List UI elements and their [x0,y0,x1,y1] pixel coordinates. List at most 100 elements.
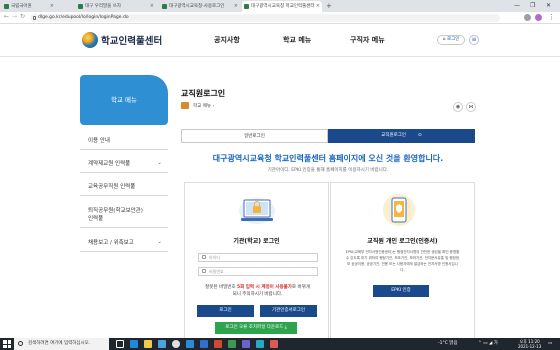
epki-description: EPKI(교육부 전자서명인증센터)는 행정전자서명의 안전한 생성을 확인·증… [345,250,460,272]
hwp-icon[interactable] [256,340,264,348]
welcome-heading: 대구광역시교육청 학교인력풀센터 홈페이지에 오신 것을 환영합니다. [212,154,444,163]
browser-tab-active[interactable]: 대구광역시교육청 학교인력풀센터 × [242,1,322,12]
chevron-down-icon: ⌄ [156,238,162,245]
sidebar-item-contract-teacher[interactable]: 계약제교원 인력풀 ⌄ [80,153,168,173]
sidebar-item-label: 인력풀 [88,215,104,222]
login-submit-button[interactable]: 로그인 [197,305,254,317]
error-fix-download-button[interactable]: 로그인 오류 조치파일 다운로드 ⤓ [215,322,297,334]
password-input[interactable]: 비밀번호 [198,267,318,276]
app-icon[interactable] [186,340,194,348]
user-icon [202,255,206,259]
profile-avatar[interactable] [535,14,542,21]
close-tab-icon[interactable]: × [316,1,320,12]
sidebar-item-label: 교육공무직원 인력풀 [88,183,136,190]
chrome-icon[interactable] [172,340,180,348]
search-placeholder: 검색하려면 여기에 입력하십시오. [28,341,91,346]
chevron-down-icon: ⌄ [156,159,162,166]
site-logo-text[interactable]: 학교인력풀센터 [101,33,162,47]
back-icon[interactable]: ← [4,13,9,20]
close-tab-icon[interactable]: × [50,1,54,12]
page-title: 교직원로그인 [181,89,226,98]
nav-notice[interactable]: 공지사항 [214,35,240,45]
breadcrumb-separator: › [212,104,215,109]
warn-text: 되니 주의하시기 바랍니다. [232,292,283,297]
window-close-button[interactable]: ✕ [546,0,551,12]
teams-icon[interactable] [242,340,250,348]
sidebar-title: 학교 메뉴 [80,75,168,125]
reload-icon[interactable]: ↻ [20,13,25,20]
sidebar-item-guide[interactable]: 이용 안내 [80,130,168,150]
forward-icon[interactable]: → [12,13,17,20]
lockout-warning: 잘못된 비밀번호 5회 입력 시 계정이 사용불가로 바뀌게 되니 주의하시기 바… [186,284,329,298]
tab-general-login[interactable]: 일반로그인 [181,129,328,143]
id-input[interactable]: 아이디 [198,253,318,262]
search-icon [18,341,23,346]
sidebar-item-label: 퇴직공무원(학교보안관) [88,207,143,214]
system-tray-icons[interactable]: ⌃ ▭ ◢ 가 [478,338,498,350]
sidebar-item-label: 채용보고 / 위촉보고 [88,239,134,246]
browser-menu-icon[interactable]: ⋮ [548,13,555,21]
close-tab-icon[interactable]: × [234,1,238,12]
warn-text: 잘못된 비밀번호 [205,285,237,290]
institution-login-title: 기관(학교) 로그인 [233,238,280,245]
notification-icon[interactable]: ▭ [548,338,552,350]
browser-tab[interactable]: 대구광역시교육청-사용로그인 × [160,1,240,12]
sidebar-item-retired[interactable]: 퇴직공무원(학교보안관) 인력풀 [80,200,168,228]
favicon-icon [78,4,83,9]
taskbar-search-input[interactable]: 검색하려면 여기에 입력하십시오. [14,338,109,350]
word-icon[interactable] [200,340,208,348]
url-text: dlge.go.kr/edupool/lo/login/loginPage.do [38,15,129,20]
logo-icon[interactable] [82,32,98,48]
download-label: 로그인 오류 조치파일 다운로드 [225,325,284,330]
sidebar-item-label: 계약제교원 인력풀 [88,160,131,167]
sidebar-item-label: 이용 안내 [88,137,110,144]
welcome-subtext: 기관아이디, EPKI 인증을 통해 홈페이지를 이용하시기 바랍니다. [267,168,389,173]
task-view-icon[interactable] [116,340,124,348]
view-icon[interactable]: ◉ [453,102,463,112]
new-tab-button[interactable]: + [326,1,332,11]
id-placeholder: 아이디 [209,255,221,260]
tab-staff-login[interactable]: 교직원로그인 ⊙ [328,129,475,143]
tab-label: 국립국어원 [11,4,32,9]
date-text: 2021-12-13 [518,344,542,349]
personal-login-title: 교직원 개인 로그인(인증서) [367,238,438,245]
home-icon[interactable] [181,102,189,109]
file-explorer-icon[interactable] [144,340,152,348]
tab-label: 대구광역시교육청 학교인력풀센터 [251,4,315,9]
sidebar-item-edu-staff[interactable]: 교육공무직원 인력풀 [80,176,168,196]
browser-tab[interactable]: 대구 우리말을 쓰자 × [76,1,156,12]
weather-status[interactable]: -1°C 맑음 [438,338,458,350]
nav-school-menu[interactable]: 학교 메뉴 [283,35,311,45]
windows-start-icon[interactable] [3,340,11,348]
sidebar-item-report[interactable]: 채용보고 / 위촉보고 ⌄ [80,232,168,252]
tab-label: 대구광역시교육청-사용로그인 [169,4,225,9]
epki-auth-button[interactable]: EPKI 인증 [373,285,429,297]
tab-label: 교직원로그인 [381,133,407,138]
clock[interactable]: 오후 11:20 2021-12-13 [518,339,541,349]
url-input[interactable]: dlge.go.kr/edupool/lo/login/loginPage.do [30,14,500,22]
computer-lock-icon [239,198,275,224]
maximize-button[interactable]: ❐ [530,0,535,12]
store-icon[interactable] [158,340,166,348]
breadcrumb-item[interactable]: 학교 메뉴 [193,104,211,109]
close-tab-icon[interactable]: × [150,1,154,12]
check-circle-icon: ⊙ [418,133,422,138]
share-icon[interactable]: ⋈ [466,102,476,112]
edge-icon[interactable] [130,340,138,348]
tab-label: 대구 우리말을 쓰자 [85,4,121,9]
warn-text: 로 바뀌게 [291,285,310,290]
minimize-button[interactable]: — [514,0,520,12]
nav-jobseeker-menu[interactable]: 구직자 메뉴 [350,35,385,45]
key-icon [202,269,206,273]
password-placeholder: 비밀번호 [209,269,224,274]
favicon-icon [4,4,9,9]
login-button[interactable]: ⌂ 로그인 [437,35,465,45]
download-icon: ⤓ [284,325,287,330]
browser-tab[interactable]: 국립국어원 × [2,1,56,12]
hamburger-menu-icon[interactable]: ≡ [469,35,479,45]
powerpoint-icon[interactable] [214,340,222,348]
extensions-icon[interactable] [524,14,531,21]
cert-login-button[interactable]: 기관인증서로그인 [260,305,317,317]
excel-icon[interactable] [228,340,236,348]
app-icon[interactable] [270,340,278,348]
